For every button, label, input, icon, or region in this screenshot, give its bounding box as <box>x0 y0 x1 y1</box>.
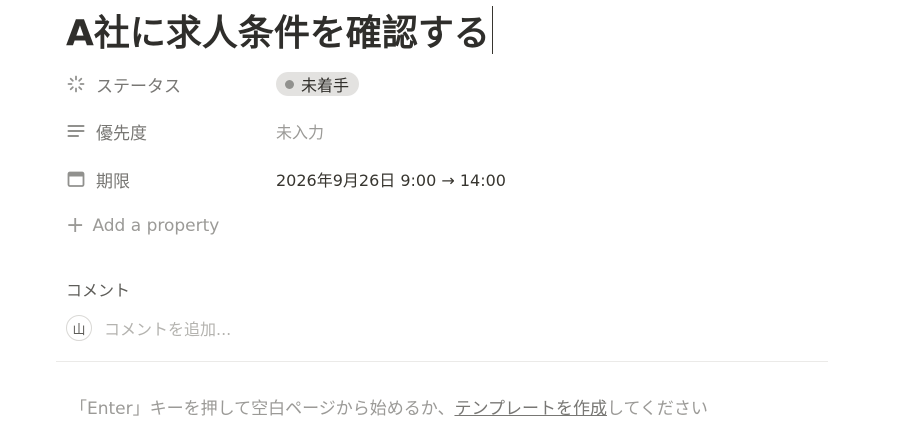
plus-icon: + <box>66 213 85 238</box>
page-container: A社に求人条件を確認する ステータス 未着手 優先度 未入力 期限 2026年9… <box>0 0 902 442</box>
due-date-value: 2026年9月26日 9:00 → 14:00 <box>276 171 506 190</box>
status-badge-label: 未着手 <box>301 76 350 95</box>
property-row-priority[interactable]: 優先度 未入力 <box>66 115 806 147</box>
property-name-due-date[interactable]: 期限 <box>66 167 276 192</box>
property-label-due-date: 期限 <box>96 171 130 192</box>
avatar: 山 <box>66 315 92 341</box>
title-row: A社に求人条件を確認する <box>66 4 493 56</box>
empty-page-hint: 「Enter」キーを押して空白ページから始めるか、テンプレートを作成してください <box>70 394 708 419</box>
property-label-status: ステータス <box>96 76 181 97</box>
comment-composer[interactable]: 山 コメントを追加... <box>66 313 231 343</box>
empty-hint-prefix: 「Enter」キーを押して空白ページから始めるか、 <box>70 399 455 419</box>
add-property-button[interactable]: + Add a property <box>66 213 220 238</box>
calendar-icon <box>66 169 86 189</box>
property-value-due-date[interactable]: 2026年9月26日 9:00 → 14:00 <box>276 167 506 191</box>
list-lines-icon <box>66 121 86 141</box>
status-spinner-icon <box>66 74 86 94</box>
property-row-due-date[interactable]: 期限 2026年9月26日 9:00 → 14:00 <box>66 163 806 195</box>
property-name-priority[interactable]: 優先度 <box>66 119 276 144</box>
status-dot-icon <box>285 79 294 89</box>
divider <box>56 361 828 362</box>
add-property-label: Add a property <box>92 216 220 236</box>
property-name-status[interactable]: ステータス <box>66 72 276 97</box>
add-property-row[interactable]: + Add a property <box>66 210 806 242</box>
property-value-priority[interactable]: 未入力 <box>276 119 324 143</box>
empty-hint-suffix: してください <box>606 399 708 419</box>
priority-empty-value: 未入力 <box>276 123 325 142</box>
text-caret <box>491 6 493 54</box>
page-title[interactable]: A社に求人条件を確認する <box>66 4 490 56</box>
property-label-priority: 優先度 <box>96 123 147 144</box>
status-badge[interactable]: 未着手 <box>276 72 360 96</box>
create-template-link[interactable]: テンプレートを作成 <box>454 399 607 419</box>
comments-heading: コメント <box>66 281 131 300</box>
property-row-status[interactable]: ステータス 未着手 <box>66 68 806 100</box>
property-value-status[interactable]: 未着手 <box>276 72 360 96</box>
comment-input[interactable]: コメントを追加... <box>104 316 231 340</box>
